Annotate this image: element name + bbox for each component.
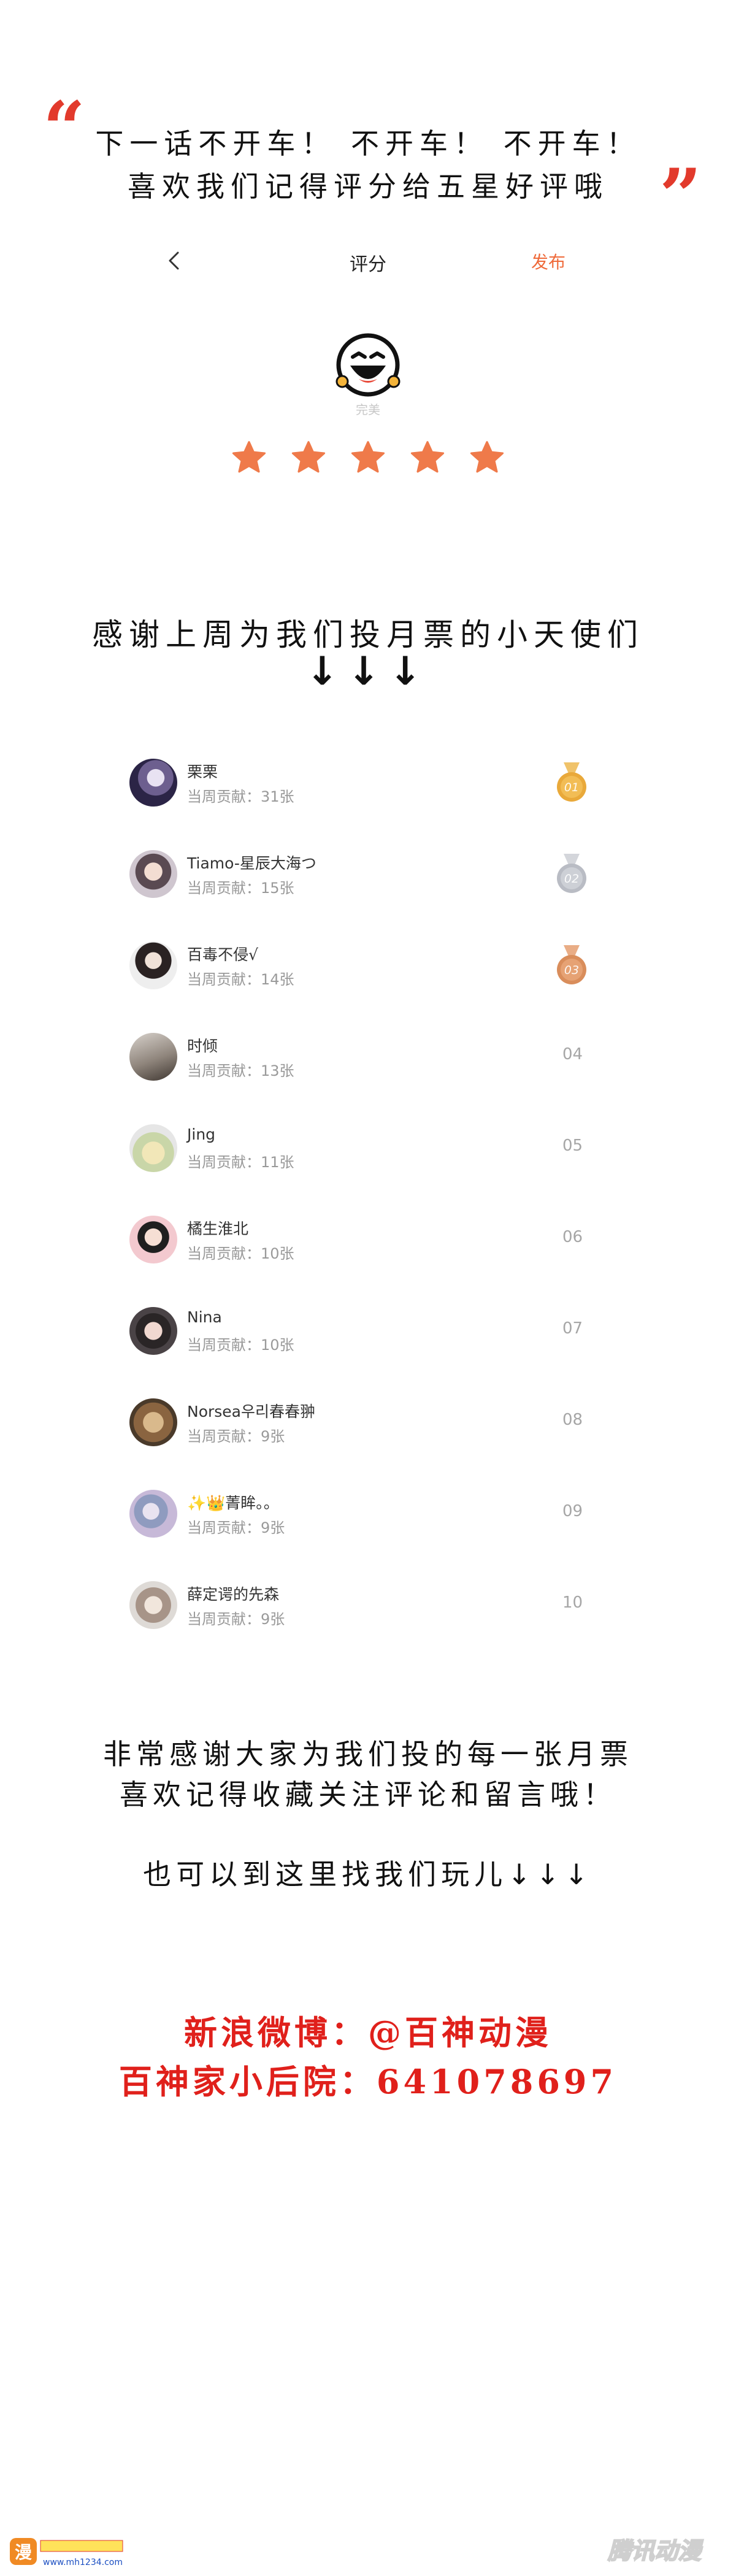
- star-icon[interactable]: [408, 439, 447, 477]
- user-name: Jing: [187, 1125, 216, 1143]
- rating-title: 评分: [350, 254, 386, 275]
- avatar[interactable]: [129, 1216, 177, 1263]
- publish-button[interactable]: 发布: [531, 249, 565, 274]
- contribution-text: 当周贡献：9张: [187, 1428, 285, 1445]
- contribution-text: 当周贡献：9张: [187, 1519, 285, 1536]
- list-item[interactable]: Jing 当周贡献：11张 05: [126, 1117, 610, 1208]
- avatar[interactable]: [129, 759, 177, 807]
- rank-number: 06: [562, 1228, 583, 1246]
- contribution-text: 当周贡献：10张: [187, 1336, 294, 1354]
- rank-number: 03: [564, 964, 580, 977]
- avatar[interactable]: [129, 850, 177, 898]
- avatar[interactable]: [129, 1490, 177, 1538]
- user-name: 百毒不侵√: [187, 946, 258, 964]
- laughing-face-icon: [335, 333, 401, 397]
- avatar[interactable]: [129, 1124, 177, 1172]
- list-item[interactable]: 百毒不侵√ 当周贡献：14张 03: [126, 934, 610, 1025]
- list-item[interactable]: 薛定谔的先森 当周贡献：9张 10: [126, 1574, 610, 1665]
- down-arrows: ↓↓↓: [305, 649, 431, 694]
- rating-face-label: 完美: [356, 402, 380, 417]
- list-item[interactable]: 橘生淮北 当周贡献：10张 06: [126, 1208, 610, 1300]
- rank-number: 02: [564, 872, 580, 886]
- star-icon[interactable]: [289, 439, 328, 477]
- user-name: ✨👑菁眸。。: [187, 1494, 279, 1512]
- site-url: www.mh1234.com: [43, 2558, 123, 2567]
- star-icon[interactable]: [468, 439, 506, 477]
- tencent-comic-watermark: 腾讯动漫: [604, 2532, 727, 2569]
- svg-text:漫: 漫: [15, 2542, 32, 2563]
- user-name: Nina: [187, 1308, 222, 1326]
- user-name: 薛定谔的先森: [187, 1585, 280, 1603]
- thanks-title: 感谢上周为我们投月票的小天使们: [92, 617, 644, 653]
- rank-number: 09: [562, 1502, 583, 1520]
- star-icon[interactable]: [349, 439, 387, 477]
- list-item[interactable]: Nina 当周贡献：10张 07: [126, 1300, 610, 1391]
- rank-number: 05: [562, 1137, 583, 1155]
- avatar[interactable]: [129, 1581, 177, 1629]
- avatar[interactable]: [129, 1033, 177, 1081]
- user-name: Tiamo-星辰大海つ: [187, 854, 316, 872]
- contribution-text: 当周贡献：11张: [187, 1154, 294, 1171]
- list-item[interactable]: Norsea우리春春翀 当周贡献：9张 08: [126, 1391, 610, 1482]
- contribution-text: 当周贡献：9张: [187, 1611, 285, 1628]
- group-contact: 百神家小后院：641078697: [118, 2062, 618, 2101]
- contribution-text: 当周贡献：13张: [187, 1062, 294, 1079]
- user-name: 时倾: [187, 1037, 218, 1055]
- monthly-ticket-leaderboard: 栗栗 当周贡献：31张 01 Tiamo-星辰大海つ 当周贡献：15张 02 百…: [126, 751, 610, 1665]
- rank-number: 07: [562, 1319, 583, 1338]
- thanks-message-line-1: 非常感谢大家为我们投的每一张月票: [103, 1738, 633, 1771]
- gold-medal-icon: 01: [555, 762, 588, 804]
- avatar[interactable]: [129, 941, 177, 989]
- list-item[interactable]: 时倾 当周贡献：13张 04: [126, 1025, 610, 1117]
- star-rating[interactable]: [230, 439, 506, 481]
- site-watermark: 漫 www.mh1234.com: [9, 2534, 125, 2570]
- rank-number: 10: [562, 1593, 583, 1612]
- find-us-line: 也可以到这里找我们玩儿↓↓↓: [143, 1858, 593, 1891]
- avatar[interactable]: [129, 1398, 177, 1446]
- contribution-text: 当周贡献：15张: [187, 880, 294, 897]
- user-name: 栗栗: [187, 763, 218, 781]
- close-quote-mark: ”: [659, 153, 702, 239]
- watermark-text: 腾讯动漫: [607, 2537, 703, 2564]
- silver-medal-icon: 02: [555, 854, 588, 895]
- rank-number: 01: [564, 781, 580, 794]
- bronze-medal-icon: 03: [555, 945, 588, 987]
- list-item[interactable]: ✨👑菁眸。。 当周贡献：9张 09: [126, 1482, 610, 1574]
- star-icon[interactable]: [230, 439, 268, 477]
- weibo-contact: 新浪微博：@百神动漫: [184, 2013, 552, 2052]
- rank-number: 04: [562, 1045, 583, 1064]
- contribution-text: 当周贡献：10张: [187, 1245, 294, 1262]
- contribution-text: 当周贡献：31张: [187, 788, 294, 805]
- banner-line-2: 喜欢我们记得评分给五星好评哦: [128, 170, 608, 203]
- avatar[interactable]: [129, 1307, 177, 1355]
- rank-number: 08: [562, 1411, 583, 1429]
- user-name: 橘生淮北: [187, 1220, 249, 1238]
- contribution-text: 当周贡献：14张: [187, 971, 294, 988]
- thanks-message-line-2: 喜欢记得收藏关注评论和留言哦！: [120, 1778, 616, 1811]
- list-item[interactable]: Tiamo-星辰大海つ 当周贡献：15张 02: [126, 843, 610, 934]
- list-item[interactable]: 栗栗 当周贡献：31张 01: [126, 751, 610, 843]
- banner-line-1: 下一话不开车！ 不开车！ 不开车！: [95, 127, 641, 160]
- user-name: Norsea우리春春翀: [187, 1403, 316, 1420]
